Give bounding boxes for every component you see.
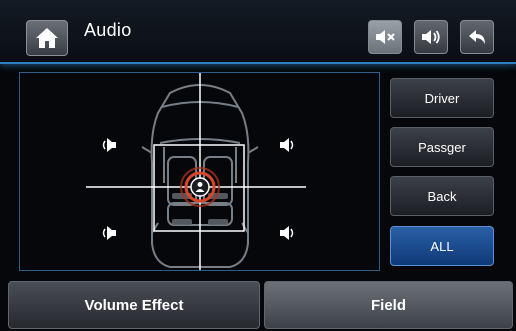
home-button[interactable]	[26, 20, 68, 56]
mute-icon	[376, 30, 395, 44]
volume-button[interactable]	[414, 20, 448, 54]
home-icon	[36, 28, 58, 48]
passenger-button[interactable]: Passger	[390, 127, 494, 167]
speaker-rear-right-icon	[280, 226, 294, 240]
back-seat-button[interactable]: Back	[390, 176, 494, 216]
back-arrow-icon	[469, 30, 485, 44]
tab-volume-effect[interactable]: Volume Effect	[8, 281, 260, 329]
sound-field-panel[interactable]	[19, 72, 380, 271]
speaker-rear-left-icon	[102, 226, 116, 240]
driver-button[interactable]: Driver	[390, 78, 494, 118]
top-bar: Audio	[0, 0, 516, 64]
speaker-front-right-icon	[280, 138, 294, 152]
all-button[interactable]: ALL	[390, 226, 494, 266]
tab-field[interactable]: Field	[264, 281, 513, 329]
mute-button[interactable]	[368, 20, 402, 54]
speaker-front-left-icon	[102, 138, 116, 152]
back-button[interactable]	[460, 20, 494, 54]
speaker-volume-icon	[422, 30, 440, 44]
listener-focus-icon[interactable]	[178, 165, 222, 209]
page-title: Audio	[84, 20, 132, 40]
